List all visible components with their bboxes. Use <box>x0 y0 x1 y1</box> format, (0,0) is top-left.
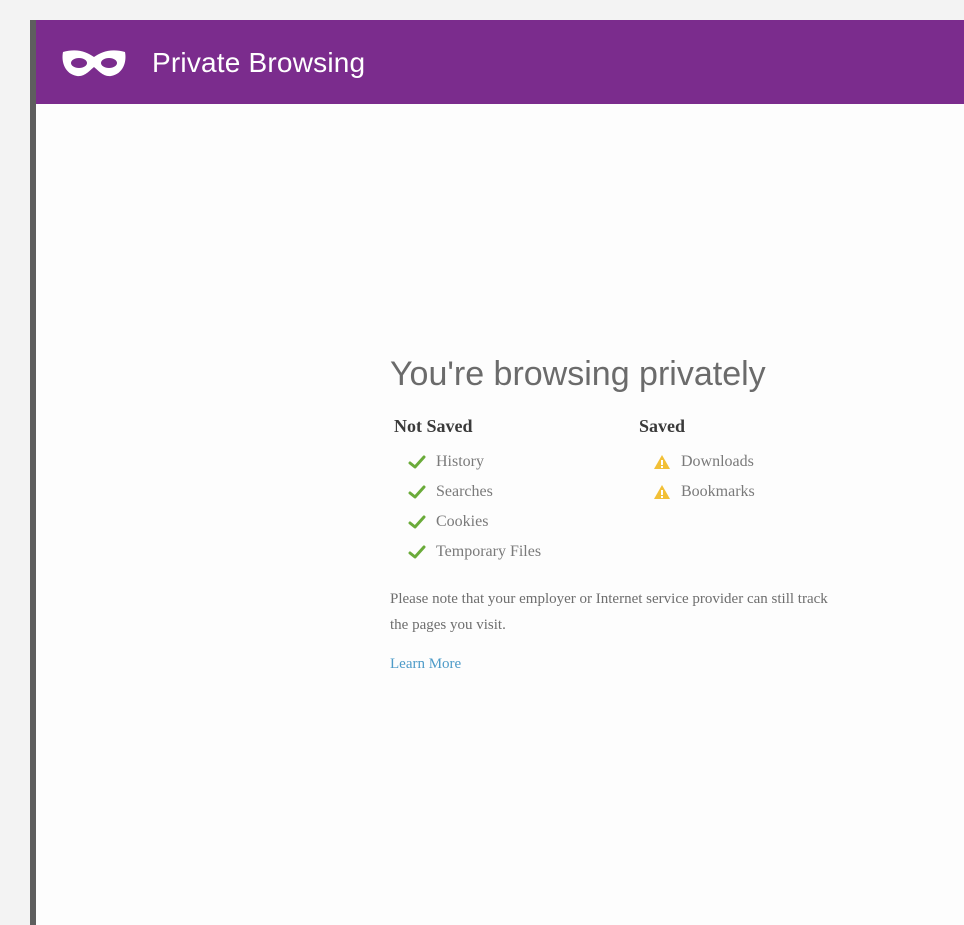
check-icon <box>408 453 426 471</box>
list-item-label: Temporary Files <box>436 543 542 560</box>
list-item-label: Cookies <box>436 513 489 530</box>
list-item-label: History <box>436 453 484 470</box>
learn-more-link[interactable]: Learn More <box>390 656 461 673</box>
not-saved-column: Not Saved History Searches Cookies Tempo… <box>394 416 541 567</box>
list-item: Temporary Files <box>394 537 541 567</box>
list-item: Searches <box>394 477 541 507</box>
saved-column: Saved Downloads Bookmarks <box>639 416 755 507</box>
check-icon <box>408 513 426 531</box>
check-icon <box>408 543 426 561</box>
list-item: History <box>394 447 541 477</box>
mask-icon <box>62 50 126 77</box>
list-item: Downloads <box>639 447 755 477</box>
list-item: Bookmarks <box>639 477 755 507</box>
warning-icon <box>653 453 671 471</box>
saved-status-columns: Not Saved History Searches Cookies Tempo… <box>390 416 964 576</box>
list-item-label: Bookmarks <box>681 483 755 500</box>
not-saved-title: Not Saved <box>394 416 473 436</box>
tracking-notice-line-1: Please note that your employer or Intern… <box>390 591 828 607</box>
list-item: Cookies <box>394 507 541 537</box>
window-title: Private Browsing <box>152 47 366 78</box>
tracking-notice: Please note that your employer or Intern… <box>390 586 964 638</box>
check-icon <box>408 483 426 501</box>
title-bar: Private Browsing <box>36 20 964 104</box>
private-browsing-panel: You're browsing privately Not Saved Hist… <box>390 352 964 673</box>
browser-window: Private Browsing You're browsing private… <box>30 20 964 925</box>
warning-icon <box>653 483 671 501</box>
saved-title: Saved <box>639 416 686 436</box>
tracking-notice-line-2: the pages you visit. <box>390 617 506 633</box>
list-item-label: Searches <box>436 483 493 500</box>
list-item-label: Downloads <box>681 453 754 470</box>
page-heading: You're browsing privately <box>390 355 766 393</box>
